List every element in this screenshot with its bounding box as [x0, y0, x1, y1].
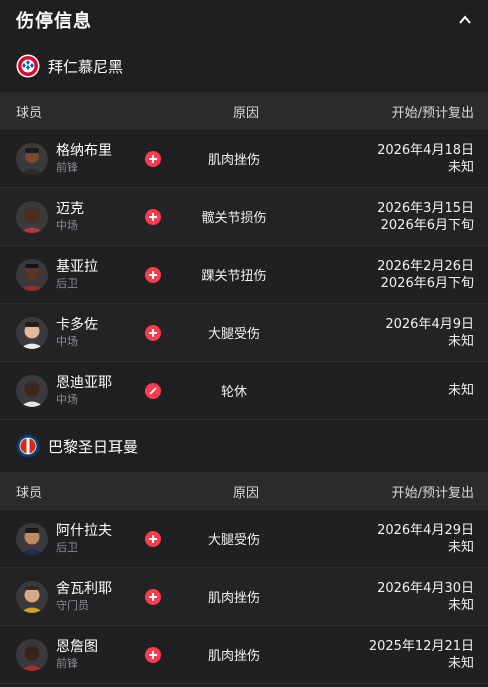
start-date: 2026年4月30日 — [377, 580, 474, 596]
avatar — [16, 374, 48, 407]
team-header-bayern[interactable]: 拜仁慕尼黑 — [0, 40, 488, 92]
player-row[interactable]: 基亚拉 后卫 踝关节扭伤 2026年2月26日 2026年6月下旬 — [0, 246, 488, 304]
player-position: 后卫 — [56, 277, 78, 290]
avatar — [16, 258, 48, 291]
psg-logo-icon — [16, 434, 40, 458]
player-name: 迈克 — [56, 201, 84, 217]
injury-reason: 轮休 — [220, 385, 247, 400]
rotation-slash-icon — [145, 382, 161, 399]
return-date: 未知 — [447, 655, 474, 671]
avatar — [16, 522, 48, 555]
section-title: 伤停信息 — [16, 11, 92, 32]
player-row[interactable]: 卡多佐 中场 大腿受伤 2026年4月9日 未知 — [0, 304, 488, 362]
column-reason: 原因 — [232, 485, 259, 501]
injury-plus-icon — [145, 266, 161, 283]
avatar — [16, 580, 48, 613]
injury-dates: 2026年4月18日 未知 — [299, 142, 474, 176]
section-header[interactable]: 伤停信息 — [0, 0, 488, 40]
injury-plus-icon — [145, 208, 161, 225]
injury-plus-icon — [145, 324, 161, 341]
injury-reason: 肌肉挫伤 — [207, 153, 260, 168]
player-position: 前锋 — [56, 657, 78, 670]
team-name: 巴黎圣日耳曼 — [48, 437, 139, 456]
column-header-bar: 球员 原因 开始/预计复出 — [0, 472, 488, 510]
column-dates: 开始/预计复出 — [391, 485, 474, 501]
start-date: 2026年4月29日 — [377, 522, 474, 538]
bayern-logo-icon — [16, 54, 40, 78]
start-date: 2025年12月21日 — [368, 638, 474, 654]
injury-dates: 2026年4月9日 未知 — [299, 316, 474, 350]
start-date: 2026年4月9日 — [385, 316, 474, 332]
player-info: 恩詹图 前锋 — [56, 638, 142, 671]
column-header-bar: 球员 原因 开始/预计复出 — [0, 92, 488, 130]
player-position: 前锋 — [56, 161, 78, 174]
player-row[interactable]: 阿什拉夫 后卫 大腿受伤 2026年4月29日 未知 — [0, 510, 488, 568]
start-date: 2026年3月15日 — [377, 200, 474, 216]
player-info: 阿什拉夫 后卫 — [56, 522, 142, 555]
return-date: 未知 — [447, 333, 474, 349]
injury-reason: 肌肉挫伤 — [207, 591, 260, 606]
player-row[interactable]: 恩迪亚耶 中场 轮休 未知 — [0, 362, 488, 420]
injury-reason: 髋关节损伤 — [201, 211, 267, 226]
player-row[interactable]: 舍瓦利耶 守门员 肌肉挫伤 2026年4月30日 未知 — [0, 568, 488, 626]
injury-reason: 大腿受伤 — [207, 533, 260, 548]
column-reason: 原因 — [232, 105, 259, 121]
injury-dates: 2026年2月26日 2026年6月下旬 — [299, 258, 474, 292]
player-name: 恩詹图 — [56, 639, 98, 655]
team-name: 拜仁慕尼黑 — [48, 57, 124, 76]
start-date: 2026年2月26日 — [377, 258, 474, 274]
player-row[interactable]: 格纳布里 前锋 肌肉挫伤 2026年4月18日 未知 — [0, 130, 488, 188]
injury-plus-icon — [145, 646, 161, 663]
player-position: 中场 — [56, 393, 78, 406]
player-name: 卡多佐 — [56, 317, 98, 333]
chevron-up-icon[interactable] — [458, 13, 472, 27]
avatar — [16, 142, 48, 175]
avatar — [16, 316, 48, 349]
avatar — [16, 200, 48, 233]
return-date: 2026年6月下旬 — [380, 275, 474, 291]
player-name: 恩迪亚耶 — [56, 375, 112, 391]
team-header-psg[interactable]: 巴黎圣日耳曼 — [0, 420, 488, 472]
column-dates: 开始/预计复出 — [391, 105, 474, 121]
injury-plus-icon — [145, 530, 161, 547]
player-position: 守门员 — [56, 599, 89, 612]
player-row[interactable]: 恩詹图 前锋 肌肉挫伤 2025年12月21日 未知 — [0, 626, 488, 684]
injury-reason: 大腿受伤 — [207, 327, 260, 342]
return-date: 未知 — [447, 383, 474, 398]
start-date: 2026年4月18日 — [377, 142, 474, 158]
player-info: 迈克 中场 — [56, 200, 142, 233]
player-row[interactable]: 迈克 中场 髋关节损伤 2026年3月15日 2026年6月下旬 — [0, 188, 488, 246]
injury-plus-icon — [145, 588, 161, 605]
player-info: 恩迪亚耶 中场 — [56, 374, 142, 407]
injury-dates: 2026年3月15日 2026年6月下旬 — [299, 200, 474, 234]
player-name: 格纳布里 — [56, 143, 112, 159]
injury-reason: 踝关节扭伤 — [201, 269, 267, 284]
injury-plus-icon — [145, 150, 161, 167]
player-position: 后卫 — [56, 541, 78, 554]
return-date: 未知 — [447, 539, 474, 555]
return-date: 未知 — [447, 159, 474, 175]
player-info: 基亚拉 后卫 — [56, 258, 142, 291]
player-name: 阿什拉夫 — [56, 523, 112, 539]
injury-dates: 未知 — [299, 382, 474, 399]
player-position: 中场 — [56, 219, 78, 232]
player-name: 基亚拉 — [56, 259, 98, 275]
column-player: 球员 — [16, 105, 43, 121]
player-name: 舍瓦利耶 — [56, 581, 112, 597]
return-date: 2026年6月下旬 — [380, 217, 474, 233]
player-info: 卡多佐 中场 — [56, 316, 142, 349]
player-position: 中场 — [56, 335, 78, 348]
injury-dates: 2026年4月30日 未知 — [299, 580, 474, 614]
return-date: 未知 — [447, 597, 474, 613]
avatar — [16, 638, 48, 671]
injury-reason: 肌肉挫伤 — [207, 649, 260, 664]
player-info: 格纳布里 前锋 — [56, 142, 142, 175]
injury-dates: 2025年12月21日 未知 — [299, 638, 474, 672]
injury-panel: 伤停信息 拜仁慕尼黑 球员 原因 开始/预计复出 格纳布里 前锋 肌肉挫伤 20… — [0, 0, 488, 687]
column-player: 球员 — [16, 485, 43, 501]
injury-dates: 2026年4月29日 未知 — [299, 522, 474, 556]
player-info: 舍瓦利耶 守门员 — [56, 580, 142, 613]
